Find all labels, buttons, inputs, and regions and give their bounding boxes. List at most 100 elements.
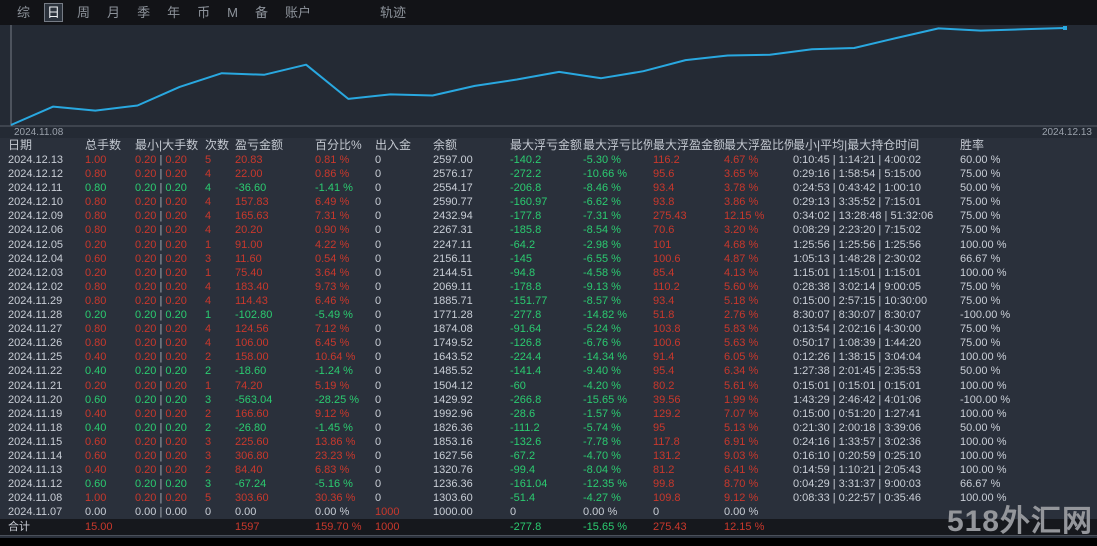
cell-total-lots: 0.40 (85, 464, 107, 477)
cell-max-float-profit: 100.6 (653, 252, 681, 265)
cell-balance: 1627.56 (433, 449, 473, 462)
table-row[interactable]: 2024.11.13 0.40 0.20 | 0.20 2 84.40 6.83 % 0 13… (0, 463, 1097, 477)
table-row[interactable]: 2024.12.12 0.80 0.20 | 0.20 4 22.00 0.86 % 0 25… (0, 167, 1097, 181)
topbar-item[interactable]: 周 (75, 4, 92, 21)
table-row[interactable]: 2024.11.19 0.40 0.20 | 0.20 2 166.60 9.12 % 0 1… (0, 407, 1097, 421)
table-row[interactable]: 2024.11.12 0.60 0.20 | 0.20 3 -67.24 -5.16 % 0… (0, 477, 1097, 491)
table-row[interactable]: 2024.12.10 0.80 0.20 | 0.20 4 157.83 6.49 % 0 2… (0, 195, 1097, 209)
cell-pnl-amount: 20.83 (235, 154, 263, 166)
column-header: 日期 (8, 138, 33, 152)
table-row[interactable]: 2024.11.15 0.60 0.20 | 0.20 3 225.60 13.86 % 0… (0, 435, 1097, 449)
equity-curve-line (10, 27, 1066, 126)
equity-curve-canvas[interactable] (0, 25, 1097, 138)
table-row[interactable]: 2024.12.04 0.60 0.20 | 0.20 3 11.60 0.54 % 0 21… (0, 252, 1097, 266)
topbar-item[interactable]: 账户 (283, 4, 313, 21)
table-row[interactable]: 2024.12.02 0.80 0.20 | 0.20 4 183.40 9.73 % 0 2… (0, 280, 1097, 294)
cell-pnl-percent: 0.54 % (315, 252, 350, 265)
cell-max-float-profit: 129.2 (653, 407, 681, 420)
cell-max-float-profit-pct: 5.61 % (724, 379, 759, 392)
table-row[interactable]: 2024.12.13 1.00 0.20 | 0.20 5 20.83 0.81 % 0 25… (0, 153, 1097, 167)
cell-win-rate: 100.00 % (960, 492, 1007, 505)
cell-max-float-profit-pct: 5.60 % (724, 280, 759, 293)
cell-max-float-profit: 95.4 (653, 365, 675, 378)
cell-balance: 2432.94 (433, 210, 473, 223)
lot-min: 0.20 (135, 421, 157, 434)
table-row[interactable]: 2024.12.11 0.80 0.20 | 0.20 4 -36.60 -1.41 % 0… (0, 181, 1097, 195)
table-row[interactable]: 2024.11.26 0.80 0.20 | 0.20 4 106.00 6.45 % 0 1… (0, 336, 1097, 350)
table-row[interactable]: 2024.11.07 0.00 0.00 | 0.00 0 0.00 0.00 % 1000… (0, 505, 1097, 519)
cell-max-float-loss-pct: -7.31 % (583, 210, 621, 223)
table-row[interactable]: 2024.11.27 0.80 0.20 | 0.20 4 124.56 7.12 % 0 1… (0, 322, 1097, 336)
topbar-item[interactable]: 季 (135, 4, 152, 21)
table-row[interactable]: 2024.12.06 0.80 0.20 | 0.20 4 20.20 0.90 % 0 22… (0, 223, 1097, 237)
total-hold-times (793, 519, 960, 535)
cell-hold-times: 0:29:13 | 3:35:52 | 7:15:01 (793, 196, 922, 209)
cell-cash-flow: 0 (375, 168, 382, 181)
topbar-item[interactable]: 日 (44, 3, 64, 22)
cell-balance: 1504.12 (433, 379, 473, 392)
cell-cash-flow: 0 (375, 464, 382, 477)
cell-date: 2024.11.29 (8, 294, 63, 307)
cell-max-float-profit: 80.2 (653, 379, 675, 392)
cell-max-float-loss: -132.6 (510, 435, 542, 448)
cell-date: 2024.12.09 (8, 210, 64, 223)
column-header: 出入金 (375, 138, 412, 152)
cell-max-float-loss: -185.8 (510, 224, 542, 237)
cell-max-float-profit: 100.6 (653, 337, 681, 350)
table-row[interactable]: 2024.11.28 0.20 0.20 | 0.20 1 -102.80 -5.49 %… (0, 308, 1097, 322)
table-row[interactable]: 2024.12.03 0.20 0.20 | 0.20 1 75.40 3.64 % 0 21… (0, 266, 1097, 280)
column-header: 盈亏金额 (235, 138, 284, 152)
cell-pnl-percent: -5.49 % (315, 309, 353, 322)
cell-pnl-amount: 22.00 (235, 168, 263, 181)
topbar-item[interactable]: 年 (165, 4, 182, 21)
cell-max-float-profit-pct: 6.41 % (724, 464, 759, 477)
table-row[interactable]: 2024.12.05 0.20 0.20 | 0.20 1 91.00 4.22 % 0 22… (0, 238, 1097, 252)
lot-max: 0.20 (165, 252, 187, 265)
topbar-item[interactable]: M (225, 4, 240, 21)
cell-date: 2024.12.05 (8, 238, 64, 251)
cell-max-float-profit: 95 (653, 421, 666, 434)
topbar-item-trail[interactable]: 轨迹 (378, 4, 408, 21)
cell-cash-flow: 0 (375, 294, 382, 307)
cell-max-float-loss: -28.6 (510, 407, 536, 420)
cell-pnl-percent: 7.31 % (315, 210, 350, 223)
lot-min: 0.20 (135, 435, 157, 448)
cell-pnl-percent: 6.45 % (315, 337, 350, 350)
topbar-item[interactable]: 综 (15, 4, 32, 21)
table-row[interactable]: 2024.12.09 0.80 0.20 | 0.20 4 165.63 7.31 % 0 2… (0, 209, 1097, 223)
cell-max-float-profit: 85.4 (653, 266, 675, 279)
cell-balance: 1643.52 (433, 351, 473, 364)
cell-max-float-loss-pct: -8.57 % (583, 294, 621, 307)
cell-pnl-amount: 166.60 (235, 407, 269, 420)
lot-min: 0.20 (135, 464, 157, 477)
cell-pnl-amount: 306.80 (235, 449, 269, 462)
table-row[interactable]: 2024.11.20 0.60 0.20 | 0.20 3 -563.04 -28.25 … (0, 393, 1097, 407)
topbar-item[interactable]: 备 (253, 4, 270, 21)
cell-win-rate: 100.00 % (960, 238, 1007, 251)
cell-date: 2024.12.12 (8, 168, 64, 181)
cell-trade-count: 3 (205, 252, 212, 265)
cell-cash-flow: 0 (375, 182, 382, 195)
table-row[interactable]: 2024.11.22 0.40 0.20 | 0.20 2 -18.60 -1.24 % 0… (0, 364, 1097, 378)
equity-chart[interactable]: 2024.11.08 2024.12.13 (0, 25, 1097, 138)
cell-balance: 1826.36 (433, 421, 473, 434)
cell-pnl-amount: 124.56 (235, 323, 269, 336)
table-row[interactable]: 2024.11.14 0.60 0.20 | 0.20 3 306.80 23.23 % 0… (0, 449, 1097, 463)
table-row[interactable]: 2024.11.08 1.00 0.20 | 0.20 5 303.60 30.36 % 0… (0, 491, 1097, 505)
cell-pnl-percent: 5.19 % (315, 379, 350, 392)
cell-win-rate: 100.00 % (960, 435, 1007, 448)
cell-max-float-profit-pct: 4.67 % (724, 154, 759, 166)
cell-trade-count: 2 (205, 421, 212, 434)
table-row[interactable]: 2024.11.18 0.40 0.20 | 0.20 2 -26.80 -1.45 % 0… (0, 421, 1097, 435)
topbar-item[interactable]: 币 (195, 4, 212, 21)
topbar-item[interactable]: 月 (105, 4, 122, 21)
cell-max-float-profit-pct: 6.91 % (724, 435, 759, 448)
cell-lot-min-max: 0.20 | 0.20 (135, 294, 205, 308)
table-row[interactable]: 2024.11.29 0.80 0.20 | 0.20 4 114.43 6.46 % 0 1… (0, 294, 1097, 308)
cell-date: 2024.12.02 (8, 280, 64, 293)
table-row[interactable]: 2024.11.21 0.20 0.20 | 0.20 1 74.20 5.19 % 0 15… (0, 379, 1097, 393)
cell-pnl-percent: -1.45 % (315, 421, 353, 434)
table-row[interactable]: 2024.11.25 0.40 0.20 | 0.20 2 158.00 10.64 % 0… (0, 350, 1097, 364)
cell-max-float-loss-pct: -2.98 % (583, 238, 621, 251)
total-lots: 15.00 (85, 521, 113, 534)
